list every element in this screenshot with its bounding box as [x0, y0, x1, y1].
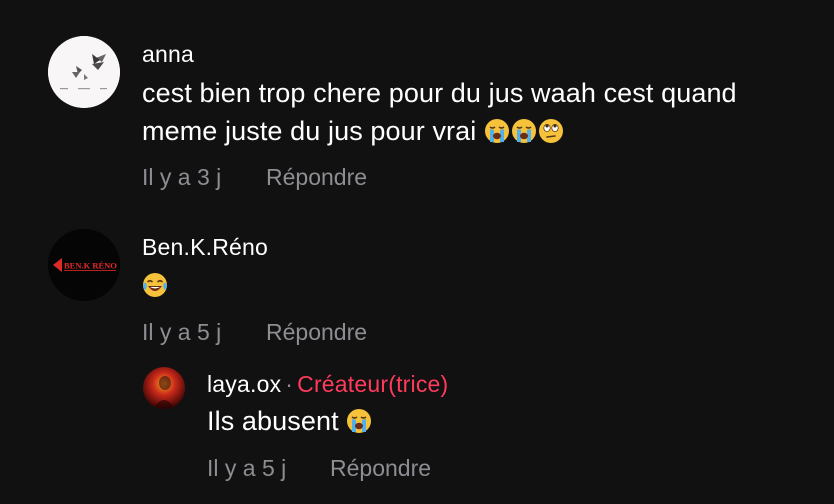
reply-button[interactable]: Répondre: [330, 455, 431, 482]
reply-meta-laya-ox: Il y a 5 j Répondre: [207, 455, 507, 483]
face-with-tears-of-joy-icon: [143, 273, 167, 297]
face-with-rolling-eyes-icon: [538, 119, 563, 143]
comment-meta-anna: Il y a 3 j Répondre: [142, 164, 442, 192]
username-laya-ox[interactable]: laya.ox: [207, 371, 281, 397]
reply-button[interactable]: Répondre: [266, 319, 367, 346]
loudly-crying-face-icon: [511, 119, 536, 143]
butterfly-icon: [48, 36, 120, 108]
reply-header: laya.ox · Créateur(trice): [207, 371, 448, 398]
reply-laya-ox: laya.ox · Créateur(trice) Ils abusent Il y…: [0, 350, 834, 504]
comment-text-anna: cest bien trop chere pour du jus waah ce…: [142, 74, 812, 150]
username-benk-reno[interactable]: Ben.K.Réno: [142, 234, 268, 261]
timestamp: Il y a 5 j: [142, 319, 222, 345]
comment-anna: anna cest bien trop chere pour du jus wa…: [0, 0, 834, 200]
comment-text-benk-reno: [142, 266, 169, 304]
benk-reno-logo-icon: BEN.K RÉNO: [48, 229, 120, 301]
timestamp: Il y a 5 j: [207, 455, 287, 481]
avatar-logo-text: BEN.K RÉNO: [64, 261, 117, 271]
timestamp: Il y a 3 j: [142, 164, 222, 190]
avatar-laya-ox[interactable]: [143, 367, 185, 409]
separator-dot: ·: [285, 371, 294, 397]
comment-meta-benk-reno: Il y a 5 j Répondre: [142, 319, 442, 347]
reply-button[interactable]: Répondre: [266, 164, 367, 191]
loudly-crying-face-icon: [347, 409, 372, 433]
loudly-crying-face-icon: [484, 119, 509, 143]
creator-badge: Créateur(trice): [297, 371, 449, 397]
comment-body: cest bien trop chere pour du jus waah ce…: [142, 78, 737, 146]
avatar-benk-reno[interactable]: BEN.K RÉNO: [48, 229, 120, 301]
avatar-anna[interactable]: [48, 36, 120, 108]
username-anna[interactable]: anna: [142, 41, 194, 68]
reply-text-laya-ox: Ils abusent: [207, 402, 373, 440]
red-photo-avatar-icon: [143, 367, 185, 409]
comment-benk-reno: BEN.K RÉNO Ben.K.Réno Il y a 5 j Répondr…: [0, 200, 834, 350]
reply-body: Ils abusent: [207, 406, 339, 436]
